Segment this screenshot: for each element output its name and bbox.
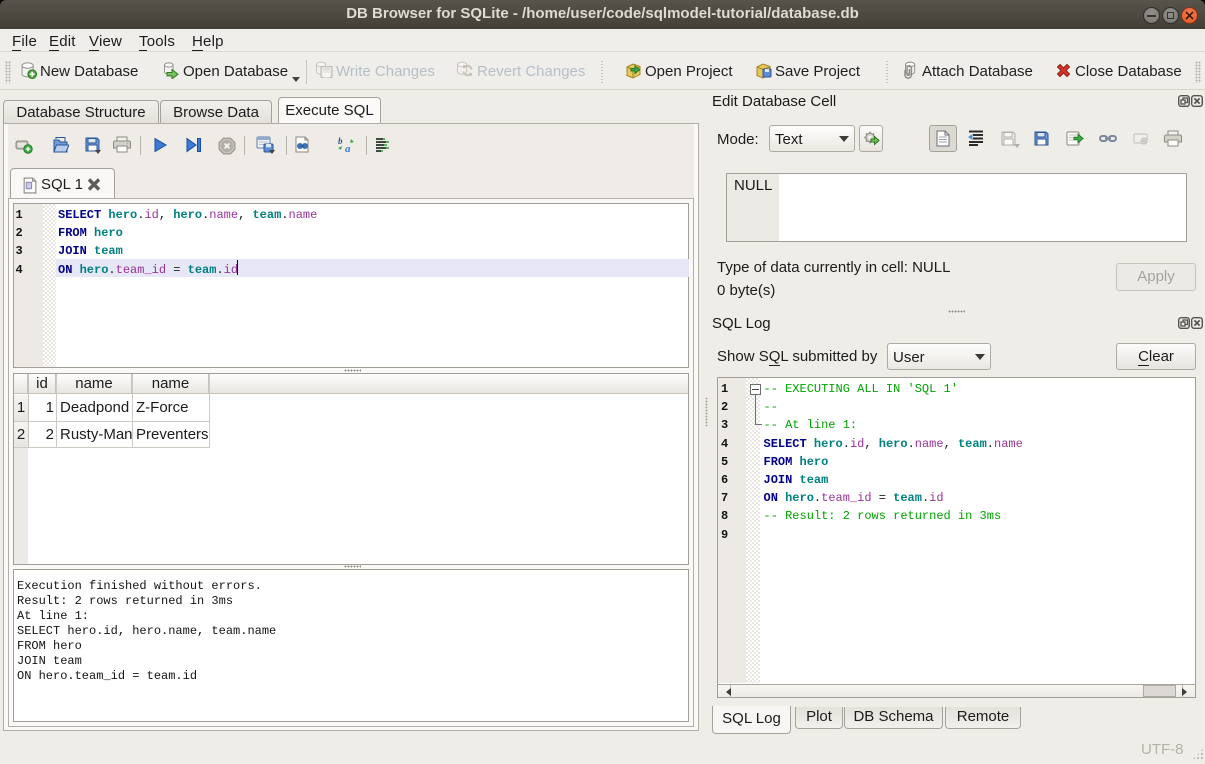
svg-text:b: b [338,136,343,146]
svg-text:a: a [345,143,351,154]
